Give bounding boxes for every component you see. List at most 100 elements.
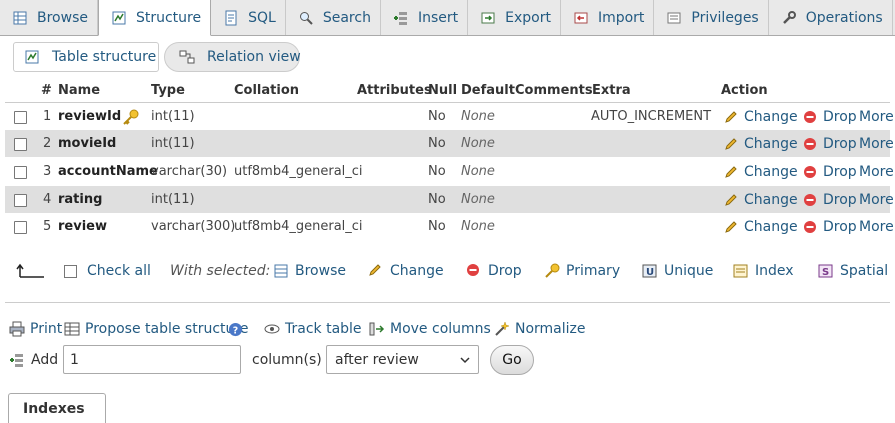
drop-label: Drop [823, 191, 857, 208]
tab-sql[interactable]: SQL [211, 0, 286, 35]
tab-search-label: Search [322, 9, 371, 26]
sql-icon [223, 10, 239, 26]
move-columns-icon [369, 321, 385, 337]
drop-icon [803, 220, 817, 234]
add-label: Add [31, 352, 59, 368]
row-num: 2 [43, 136, 52, 151]
normalize-label: Normalize [515, 321, 586, 337]
tab-export[interactable]: Export [468, 0, 561, 35]
bulk-index-button[interactable]: Index [733, 258, 794, 284]
tab-import[interactable]: Import [561, 0, 655, 35]
tab-privileges[interactable]: Privileges [654, 0, 769, 35]
subtab-relation-view[interactable]: Relation view [164, 42, 301, 72]
drop-button[interactable]: Drop [803, 213, 857, 240]
pencil-icon [724, 110, 738, 124]
drop-label: Drop [823, 218, 857, 235]
more-button[interactable]: More [859, 213, 894, 240]
top-tab-bar: Browse Structure SQL Search Insert Expor… [0, 0, 895, 36]
tab-operations[interactable]: Operations [769, 0, 893, 35]
relation-view-icon [179, 49, 195, 65]
subtab-table-structure[interactable]: Table structure [13, 42, 159, 72]
bulk-change-button[interactable]: Change [368, 258, 444, 284]
row-num: 5 [43, 219, 52, 234]
tab-structure-label: Structure [135, 9, 202, 26]
bulk-spatial-button[interactable]: S Spatial [818, 258, 888, 284]
add-column-icon [9, 345, 25, 375]
drop-label: Drop [823, 135, 857, 152]
normalize-button[interactable]: Normalize [494, 318, 586, 340]
go-button[interactable]: Go [490, 345, 534, 375]
column-default: None [461, 136, 495, 151]
browse-icon [12, 10, 28, 26]
bulk-index-label: Index [755, 263, 794, 279]
bulk-unique-button[interactable]: U Unique [642, 258, 713, 284]
check-all-checkbox[interactable] [64, 258, 77, 284]
pencil-icon [368, 263, 384, 279]
row-checkbox[interactable] [14, 194, 27, 207]
more-button[interactable]: More [859, 158, 894, 185]
add-column-row: Add column(s) after review Go [0, 345, 895, 375]
bulk-unique-label: Unique [664, 263, 714, 279]
print-button[interactable]: Print [9, 318, 62, 340]
tab-insert[interactable]: Insert [381, 0, 469, 35]
change-button[interactable]: Change [724, 213, 798, 240]
move-columns-label: Move columns [390, 321, 491, 337]
change-button[interactable]: Change [724, 103, 798, 130]
change-button[interactable]: Change [724, 158, 798, 185]
column-default: None [461, 219, 495, 234]
tab-browse[interactable]: Browse [0, 0, 98, 35]
bulk-primary-button[interactable]: Primary [544, 258, 620, 284]
column-type: int(11) [151, 109, 195, 124]
more-button[interactable]: More [859, 186, 894, 213]
drop-button[interactable]: Drop [803, 130, 857, 157]
bulk-drop-button[interactable]: Drop [466, 258, 522, 284]
insert-icon [393, 10, 409, 26]
with-selected-label: With selected: [170, 263, 271, 279]
column-type: varchar(300) [151, 219, 236, 234]
magic-wand-icon [494, 321, 510, 337]
tab-structure[interactable]: Structure [97, 0, 212, 36]
row-num: 3 [43, 164, 52, 179]
structure-table-header: # Name Type Collation Attributes Null De… [5, 82, 890, 103]
row-checkbox[interactable] [14, 138, 27, 151]
drop-button[interactable]: Drop [803, 158, 857, 185]
drop-label: Drop [823, 163, 857, 180]
track-table-button[interactable]: Track table [264, 318, 362, 340]
table-row: 3 accountName varchar(30) utf8mb4_genera… [5, 158, 894, 185]
propose-structure-button[interactable]: Propose table structure [64, 318, 248, 340]
drop-button[interactable]: Drop [803, 103, 857, 130]
more-button[interactable]: More [859, 130, 894, 157]
row-checkbox[interactable] [14, 166, 27, 179]
primary-key-icon [121, 109, 139, 125]
export-icon [480, 10, 496, 26]
tab-browse-label: Browse [37, 9, 88, 26]
row-checkbox[interactable] [14, 221, 27, 234]
row-checkbox[interactable] [14, 111, 27, 124]
bulk-primary-label: Primary [566, 263, 621, 279]
table-row: 1 reviewId int(11) No None AUTO_INCREMEN… [5, 103, 894, 130]
col-header-comments: Comments [515, 83, 593, 98]
column-count-input[interactable] [63, 345, 241, 374]
bulk-browse-button[interactable]: Browse [273, 258, 346, 284]
chevron-down-icon [460, 357, 470, 364]
tab-import-label: Import [597, 9, 645, 26]
track-table-label: Track table [285, 321, 362, 337]
help-icon[interactable]: ? [228, 318, 243, 340]
column-position-select[interactable]: after review [326, 345, 479, 374]
col-header-collation: Collation [234, 83, 300, 98]
unique-icon: U [642, 263, 658, 279]
structure-icon [111, 10, 127, 26]
change-button[interactable]: Change [724, 186, 798, 213]
drop-button[interactable]: Drop [803, 186, 857, 213]
table-structure-icon [24, 49, 40, 65]
change-button[interactable]: Change [724, 130, 798, 157]
move-columns-button[interactable]: Move columns [369, 318, 491, 340]
column-name: accountName [58, 164, 158, 179]
col-header-default: Default [461, 83, 515, 98]
tab-search[interactable]: Search [286, 0, 381, 35]
tab-sql-label: SQL [248, 9, 276, 26]
check-all-label[interactable]: Check all [87, 258, 151, 284]
bulk-actions-bar: Check all With selected: Browse Change D… [0, 258, 895, 284]
pencil-icon [724, 193, 738, 207]
more-button[interactable]: More [859, 103, 894, 130]
